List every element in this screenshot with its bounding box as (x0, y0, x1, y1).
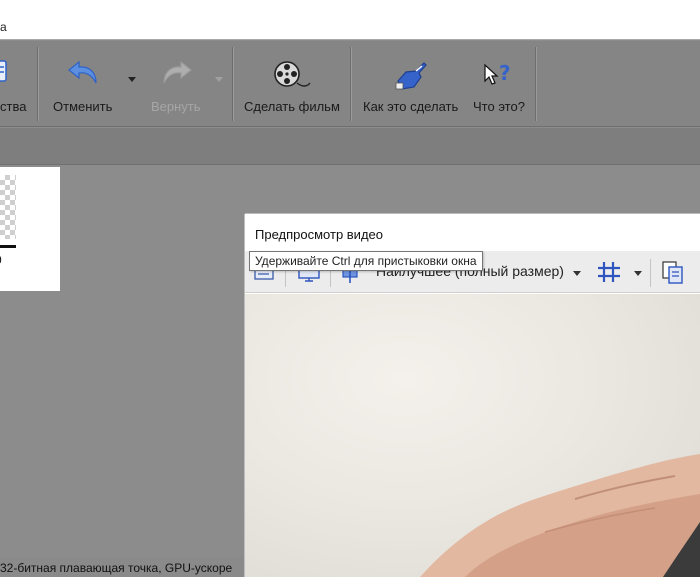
properties-icon (0, 59, 10, 88)
dock-tooltip: Удерживайте Ctrl для пристыковки окна (249, 251, 483, 271)
how-to-label: Как это сделать (363, 99, 459, 114)
grid-overlay-icon[interactable] (595, 259, 623, 288)
whats-this-label: Что это? (473, 99, 525, 114)
film-reel-icon (272, 59, 312, 94)
ribbon-separator (37, 47, 38, 121)
copy-frame-icon[interactable] (659, 259, 687, 288)
ribbon-separator (350, 47, 351, 121)
redo-button[interactable]: Вернуть (140, 41, 216, 125)
media-thumbnail-panel[interactable]: 0 (0, 167, 60, 291)
svg-text:?: ? (499, 61, 511, 85)
undo-icon (66, 59, 102, 92)
thumbnail-selection-bar (0, 245, 16, 248)
undo-label: Отменить (53, 99, 113, 114)
redo-label: Вернуть (151, 99, 201, 114)
preview-toolbar-separator (650, 259, 651, 287)
pointing-hand-icon (394, 59, 428, 94)
how-to-button[interactable]: Как это сделать (358, 41, 464, 125)
quality-dropdown-arrow[interactable] (573, 271, 581, 276)
undo-button[interactable]: Отменить (44, 41, 128, 125)
status-bar: 32-битная плавающая точка, GPU-ускоре (0, 557, 245, 577)
undo-dropdown-arrow[interactable] (128, 77, 136, 82)
video-preview-frame[interactable] (245, 294, 700, 577)
thumbnail-number: 0 (0, 253, 2, 267)
transparent-thumbnail (0, 175, 16, 239)
make-movie-button[interactable]: Сделать фильм (240, 41, 346, 125)
make-movie-label: Сделать фильм (244, 99, 340, 114)
secondary-toolbar (0, 128, 700, 165)
properties-label: ства (0, 99, 27, 114)
video-frame-image (420, 454, 700, 577)
status-text: 32-битная плавающая точка, GPU-ускоре (0, 561, 233, 575)
title-bar: а (0, 0, 700, 40)
redo-icon (158, 59, 194, 92)
ribbon-separator (232, 47, 233, 121)
redo-dropdown-arrow[interactable] (215, 77, 223, 82)
properties-button[interactable]: ства (0, 41, 36, 125)
help-cursor-icon: ? (482, 59, 516, 92)
ribbon-separator (535, 47, 536, 121)
preview-window-title: Предпросмотр видео (255, 227, 383, 242)
window-title: а (0, 20, 7, 34)
grid-dropdown-arrow[interactable] (634, 271, 642, 276)
ribbon-toolbar: ства Отменить Вернуть Сделать фильм Как … (0, 41, 700, 127)
whats-this-button[interactable]: ? Что это? (468, 41, 532, 125)
